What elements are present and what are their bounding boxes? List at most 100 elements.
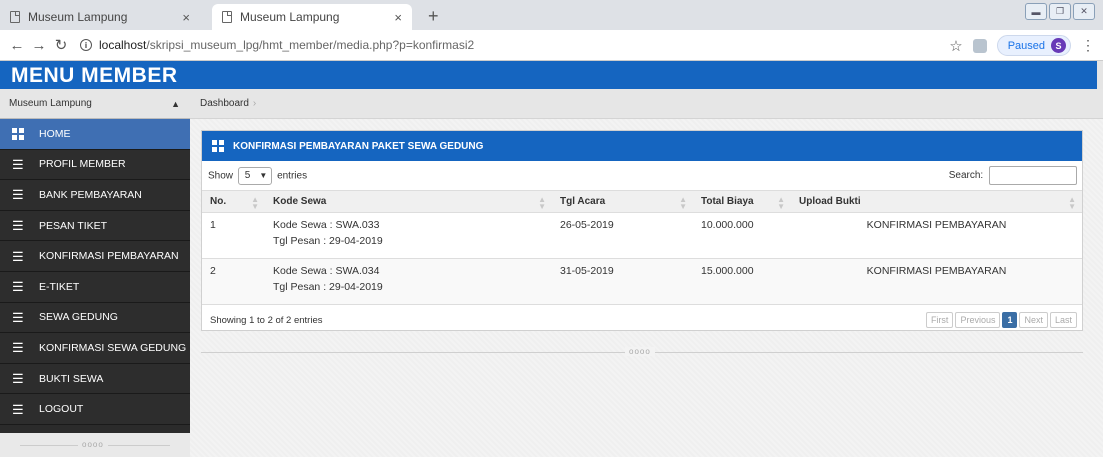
cell-kode-sewa: Kode Sewa : SWA.033 Tgl Pesan : 29-04-20… — [265, 212, 552, 259]
sidebar-item-konfirmasi-sewa-gedung[interactable]: ☰ KONFIRMASI SEWA GEDUNG — [0, 333, 190, 364]
panel-title: KONFIRMASI PEMBAYARAN PAKET SEWA GEDUNG — [233, 140, 484, 152]
sort-icon: ▲ ▼ — [251, 195, 259, 212]
scrollbar[interactable] — [1097, 61, 1103, 89]
address-bar: ← → ↻ i localhost/skripsi_museum_lpg/hmt… — [0, 30, 1103, 61]
cell-tgl-acara: 26-05-2019 — [552, 212, 693, 259]
new-tab-button[interactable]: + — [428, 6, 439, 27]
sort-icon: ▲ ▼ — [777, 195, 785, 212]
list-icon: ☰ — [12, 248, 24, 264]
divider-mark: oooo — [625, 347, 655, 356]
url-path: /skripsi_museum_lpg/hmt_member/media.php… — [146, 38, 475, 52]
chevron-up-icon: ▲ — [171, 98, 180, 109]
column-header-no[interactable]: No. ▲ ▼ — [202, 190, 265, 213]
search-input[interactable] — [989, 166, 1077, 185]
sidebar-item-konfirmasi-pembayaran[interactable]: ☰ KONFIRMASI PEMBAYARAN — [0, 241, 190, 272]
url-host: localhost — [99, 38, 147, 52]
sidebar-item-label: BANK PEMBAYARAN — [39, 188, 142, 201]
close-icon[interactable]: × — [182, 10, 190, 25]
breadcrumb: Dashboard › — [190, 89, 1103, 119]
cell-upload-bukti: KONFIRMASI PEMBAYARAN — [791, 212, 1082, 259]
close-window-button[interactable]: ✕ — [1073, 3, 1095, 20]
entries-select[interactable]: 5 ▼ — [237, 166, 273, 185]
sidebar-item-logout[interactable]: ☰ LOGOUT — [0, 394, 190, 425]
grid-icon — [12, 127, 28, 140]
list-icon: ☰ — [12, 279, 24, 295]
breadcrumb-item-dashboard[interactable]: Dashboard — [200, 98, 249, 109]
maximize-button[interactable]: ❐ — [1049, 3, 1071, 20]
column-header-upload-bukti[interactable]: Upload Bukti ▲ ▼ — [791, 190, 1082, 213]
divider-mark: oooo — [78, 439, 108, 449]
sidebar-item-bank-pembayaran[interactable]: ☰ BANK PEMBAYARAN — [0, 180, 190, 211]
confirm-payment-link[interactable]: KONFIRMASI PEMBAYARAN — [867, 219, 1007, 231]
list-icon: ☰ — [12, 340, 24, 356]
browser-tab-active[interactable]: Museum Lampung × — [212, 4, 412, 30]
payment-confirmation-panel: KONFIRMASI PEMBAYARAN PAKET SEWA GEDUNG … — [201, 130, 1083, 331]
browser-tab-bar: Museum Lampung × Museum Lampung × + ▬ ❐ … — [0, 0, 1103, 30]
app-header: MENU MEMBER — [0, 61, 1103, 89]
sidebar-item-home[interactable]: HOME — [0, 119, 190, 150]
pagination-previous-button[interactable]: Previous — [955, 312, 1001, 328]
cell-no: 1 — [202, 212, 265, 259]
sidebar-item-label: E-TIKET — [39, 280, 80, 293]
breadcrumb-separator: › — [252, 98, 257, 109]
url-field[interactable]: i localhost/skripsi_museum_lpg/hmt_membe… — [80, 38, 474, 52]
browser-tab[interactable]: Museum Lampung × — [0, 4, 200, 30]
table-row: 1 Kode Sewa : SWA.033 Tgl Pesan : 29-04-… — [202, 212, 1082, 259]
cell-total-biaya: 15.000.000 — [693, 258, 791, 305]
forward-arrow-icon[interactable]: → — [28, 37, 50, 54]
close-icon[interactable]: × — [394, 10, 402, 25]
page-icon — [10, 11, 20, 23]
entries-value: 5 — [244, 170, 251, 181]
extension-icon[interactable] — [972, 38, 987, 53]
list-icon: ☰ — [12, 401, 24, 417]
column-header-total-biaya[interactable]: Total Biaya ▲ ▼ — [693, 190, 791, 213]
list-icon: ☰ — [12, 218, 24, 234]
sidebar-select[interactable]: Museum Lampung ▲ — [0, 89, 190, 119]
table-row: 2 Kode Sewa : SWA.034 Tgl Pesan : 29-04-… — [202, 258, 1082, 305]
minimize-button[interactable]: ▬ — [1025, 3, 1047, 20]
pagination-last-button[interactable]: Last — [1049, 312, 1077, 328]
reload-icon[interactable]: ↻ — [50, 36, 72, 54]
tgl-pesan: Tgl Pesan : 29-04-2019 — [273, 235, 383, 247]
list-icon: ☰ — [12, 309, 24, 325]
sidebar-item-sewa-gedung[interactable]: ☰ SEWA GEDUNG — [0, 302, 190, 334]
sort-icon: ▲ ▼ — [679, 195, 687, 212]
sidebar-select-label: Museum Lampung — [9, 98, 92, 109]
info-icon[interactable]: i — [80, 39, 92, 51]
bookmark-star-icon[interactable]: ☆ — [949, 37, 962, 55]
sidebar-item-bukti-sewa[interactable]: ☰ BUKTI SEWA — [0, 363, 190, 395]
sidebar-item-label: PROFIL MEMBER — [39, 158, 126, 171]
tab-title: Museum Lampung — [28, 10, 128, 24]
sidebar-item-pesan-tiket[interactable]: ☰ PESAN TIKET — [0, 210, 190, 242]
kode-sewa: Kode Sewa : SWA.034 — [273, 265, 380, 277]
sidebar-item-label: PESAN TIKET — [39, 219, 108, 232]
rental-table: No. ▲ ▼ Kode Sewa ▲ ▼ Tgl Acara ▲ ▼ Total Biay… — [202, 190, 1082, 305]
cell-no: 2 — [202, 258, 265, 305]
divider: oooo — [201, 347, 1083, 356]
sidebar-item-label: LOGOUT — [39, 403, 84, 416]
more-menu-icon[interactable]: ⋮ — [1081, 37, 1095, 54]
window-controls: ▬ ❐ ✕ — [1025, 3, 1095, 20]
divider: oooo — [20, 439, 170, 449]
column-header-kode-sewa[interactable]: Kode Sewa ▲ ▼ — [265, 190, 552, 213]
pagination-next-button[interactable]: Next — [1019, 312, 1048, 328]
confirm-payment-link[interactable]: KONFIRMASI PEMBAYARAN — [867, 265, 1007, 277]
pagination-first-button[interactable]: First — [925, 312, 954, 328]
main-content: Dashboard › KONFIRMASI PEMBAYARAN PAKET … — [190, 89, 1103, 457]
list-icon: ☰ — [12, 371, 24, 387]
sort-icon: ▲ ▼ — [1068, 195, 1076, 212]
sidebar-footer: oooo — [0, 433, 190, 457]
pagination-page-button[interactable]: 1 — [1002, 312, 1018, 328]
cell-tgl-acara: 31-05-2019 — [552, 258, 693, 305]
tab-title: Museum Lampung — [240, 10, 340, 24]
kode-sewa: Kode Sewa : SWA.033 — [273, 219, 380, 231]
sidebar-item-profil-member[interactable]: ☰ PROFIL MEMBER — [0, 149, 190, 181]
table-search: Search: — [949, 166, 1077, 185]
show-label: Show — [208, 170, 234, 181]
profile-button[interactable]: Paused S — [996, 35, 1071, 56]
back-arrow-icon[interactable]: ← — [6, 37, 28, 54]
list-icon: ☰ — [12, 156, 24, 172]
sidebar-item-e-tiket[interactable]: ☰ E-TIKET — [0, 271, 190, 303]
column-header-tgl-acara[interactable]: Tgl Acara ▲ ▼ — [552, 190, 693, 213]
cell-upload-bukti: KONFIRMASI PEMBAYARAN — [791, 258, 1082, 305]
